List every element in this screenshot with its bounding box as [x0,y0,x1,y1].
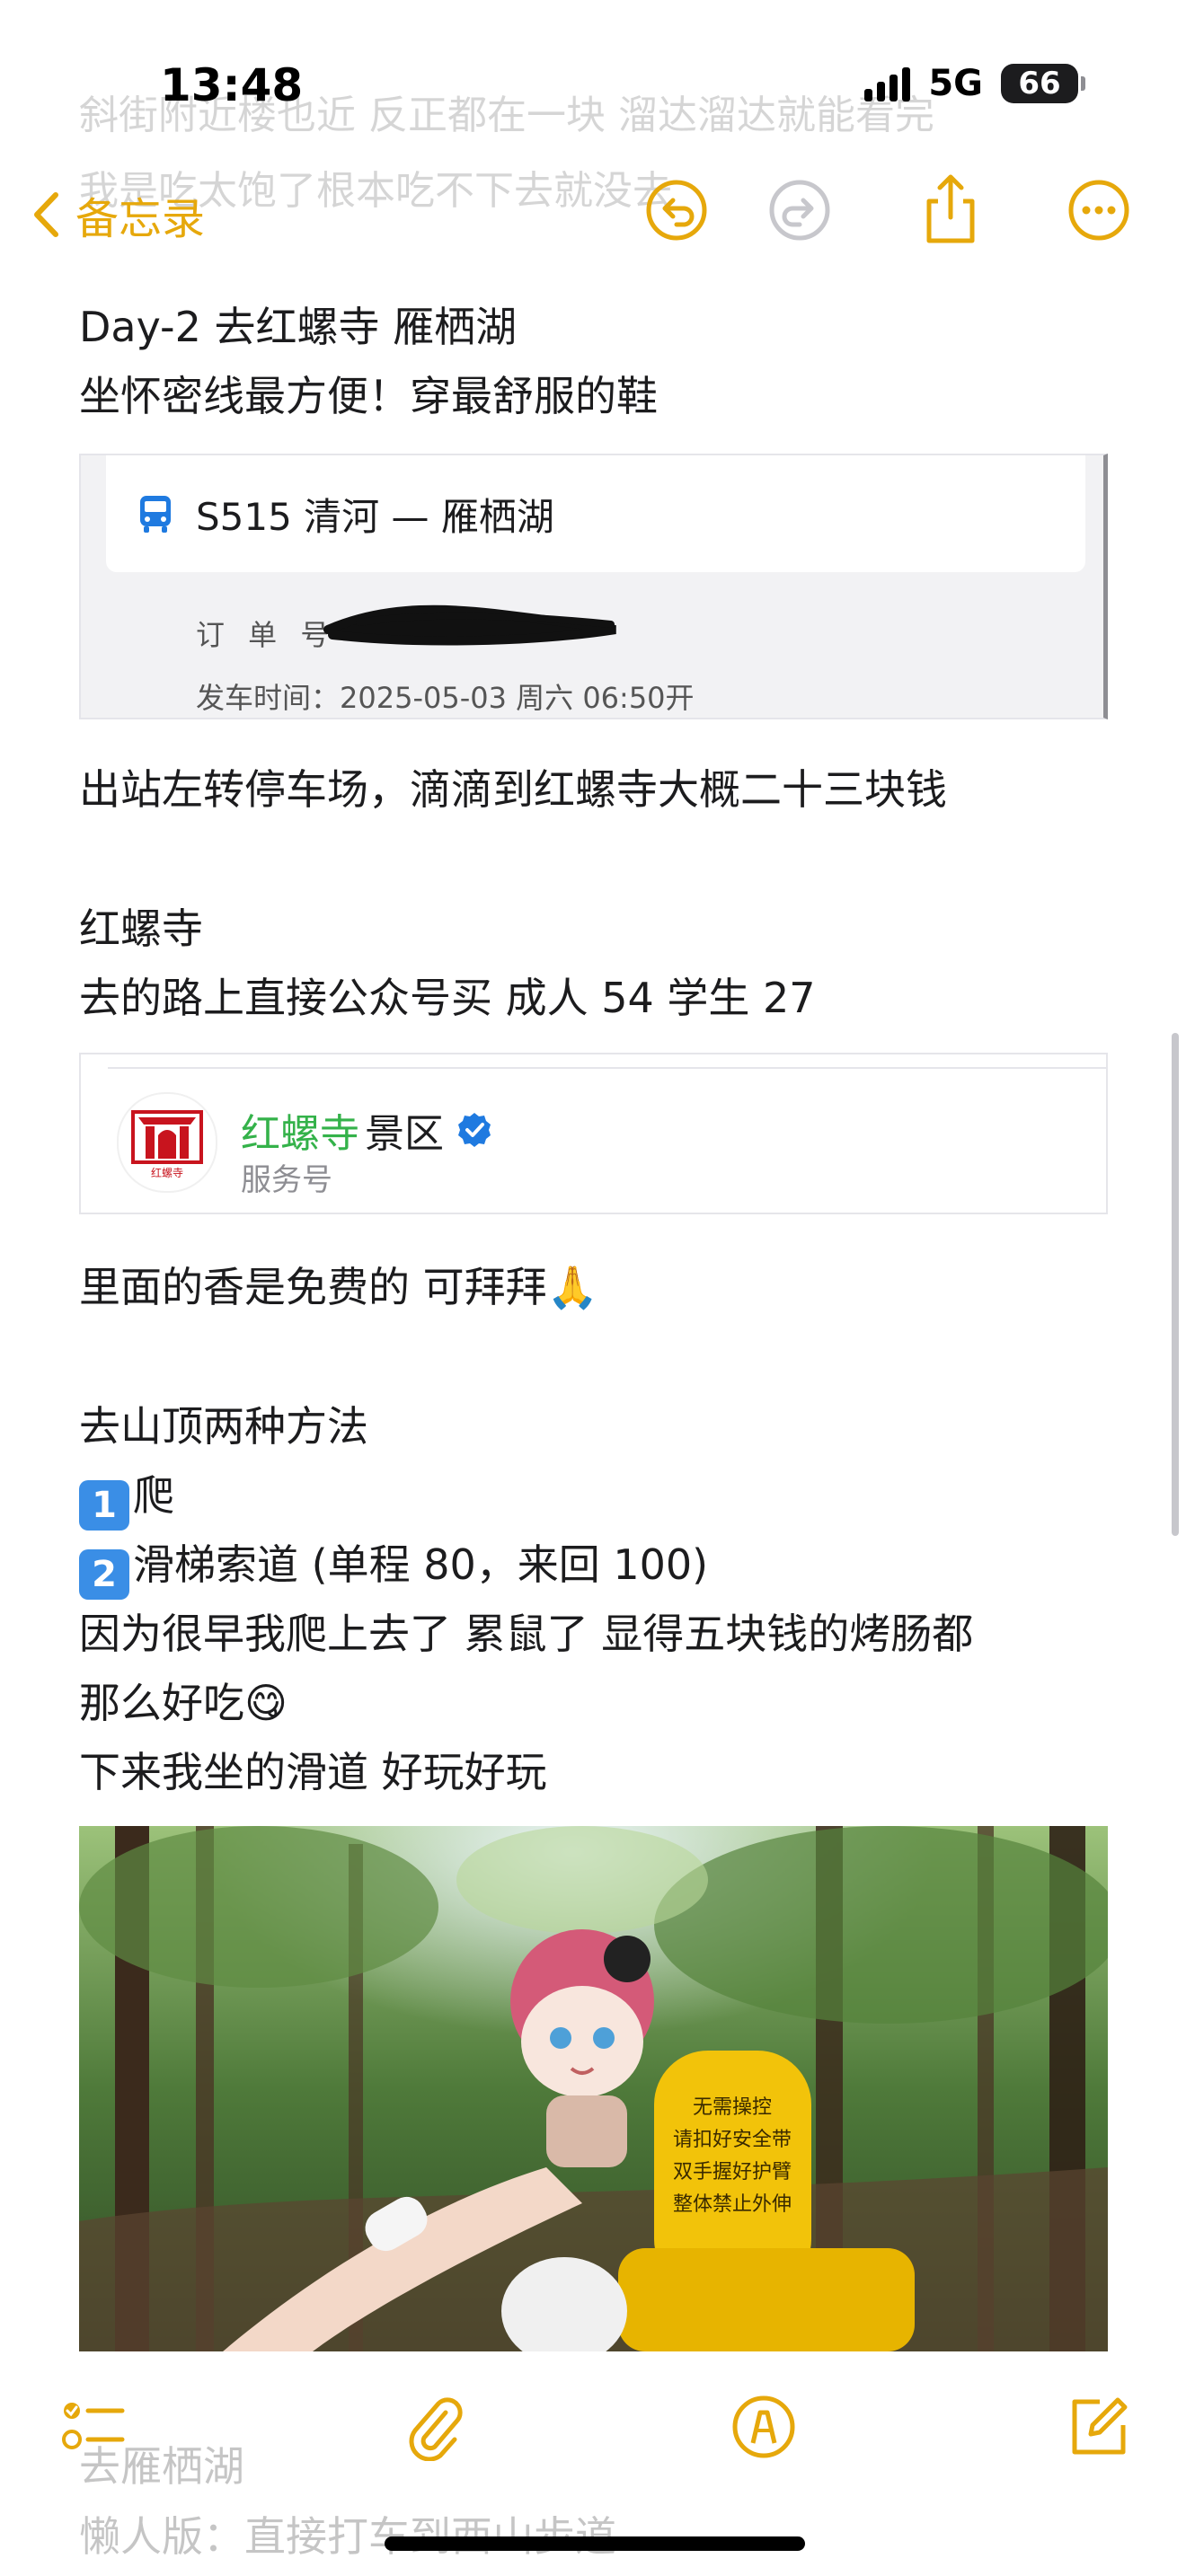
note-line-climb-1[interactable]: 因为很早我爬上去了 累鼠了 显得五块钱的烤肠都 [79,1606,973,1662]
note-line-summit-heading[interactable]: 去山顶两种方法 [79,1398,368,1454]
battery-level: 66 [1018,66,1061,101]
sign-line-1: 无需操控 [693,2096,772,2119]
note-line-after-station[interactable]: 出站左转停车场，滴滴到红螺寺大概二十三块钱 [79,762,947,817]
back-label: 备忘录 [75,194,206,244]
ticket-screenshot[interactable]: S515 清河 — 雁栖湖 订 单 号 发车时间：2025-05-03 周六 0… [79,454,1108,719]
redo-icon[interactable] [767,178,832,243]
compose-icon[interactable] [1064,2393,1132,2461]
redaction-scribble [323,604,616,646]
network-type: 5G [928,63,983,104]
note-line-climb-2[interactable]: 那么好吃😋 [79,1675,288,1731]
status-time: 13:48 [160,59,304,111]
scrolled-text-line: 懒人版：直接打车到西山步道 [79,2512,616,2561]
service-account-card[interactable]: 红螺寺 红螺寺 景区 服务号 [79,1053,1108,1214]
share-icon[interactable] [918,171,983,246]
method-1-text: 爬 [133,1471,174,1520]
temple-logo: 红螺寺 [117,1092,217,1193]
back-button[interactable]: 备忘录 [32,183,205,246]
forest-slide-photo[interactable]: 无需操控 请扣好安全带 双手握好护臂 整体禁止外伸 [79,1826,1108,2351]
ticket-route: S515 清河 — 雁栖湖 [196,494,554,539]
temple-gate-icon: 红螺寺 [131,1110,203,1179]
keycap-2-icon: 2 [79,1549,129,1600]
note-line-method-2[interactable]: 2 滑梯索道 (单程 80，来回 100) [79,1537,708,1600]
note-line-tip[interactable]: 坐怀密线最方便！穿最舒服的鞋 [79,368,658,424]
ticket-departure-time: 发车时间：2025-05-03 周六 06:50开 [196,681,695,715]
ticket-order-label: 订 单 号 [196,618,337,652]
notes-app-screen: 斜街附近楼也近 反正都在一块 溜达溜达就能看完 我是吃太饱了根本吃不下去就没去 … [0,0,1186,2576]
note-line-method-1[interactable]: 1爬 [79,1468,174,1531]
card-divider [108,1067,1106,1069]
vertical-scrollbar[interactable] [1172,1033,1179,1536]
sign-line-2: 请扣好安全带 [673,2129,792,2151]
chevron-left-icon [34,192,58,237]
ticket-header: S515 清河 — 雁栖湖 [106,455,1085,572]
verified-badge-icon [458,1113,491,1147]
checklist-icon[interactable] [59,2393,128,2461]
service-name-highlight: 红螺寺 [241,1111,359,1157]
note-line-temple-heading[interactable]: 红螺寺 [79,901,203,957]
sign-line-4: 整体禁止外伸 [673,2193,792,2216]
service-name-rest: 景区 [365,1111,444,1157]
keycap-1-icon: 1 [79,1480,129,1531]
status-indicators: 5G 66 [864,63,1085,104]
paperclip-icon[interactable] [399,2393,467,2461]
photo-illustration: 无需操控 请扣好安全带 双手握好护臂 整体禁止外伸 [79,1826,1108,2351]
more-options-icon[interactable] [1067,178,1131,243]
markup-pen-icon[interactable] [730,2393,798,2461]
note-line-slide[interactable]: 下来我坐的滑道 好玩好玩 [79,1744,547,1800]
sign-line-3: 双手握好护臂 [673,2161,792,2183]
note-line-ticket-info[interactable]: 去的路上直接公众号买 成人 54 学生 27 [79,970,816,1026]
logo-caption: 红螺寺 [151,1166,183,1179]
undo-icon[interactable] [644,178,709,243]
method-2-text: 滑梯索道 (单程 80，来回 100) [133,1540,709,1589]
battery-icon: 66 [1001,64,1085,103]
note-line-incense[interactable]: 里面的香是免费的 可拜拜🙏 [79,1259,598,1315]
bus-icon [140,496,171,533]
home-indicator[interactable] [385,2536,805,2551]
service-account-type: 服务号 [241,1162,332,1198]
note-line-day-title[interactable]: Day-2 去红螺寺 雁栖湖 [79,299,517,355]
cellular-signal-icon [864,66,911,101]
service-account-name: 红螺寺 景区 [241,1101,494,1159]
